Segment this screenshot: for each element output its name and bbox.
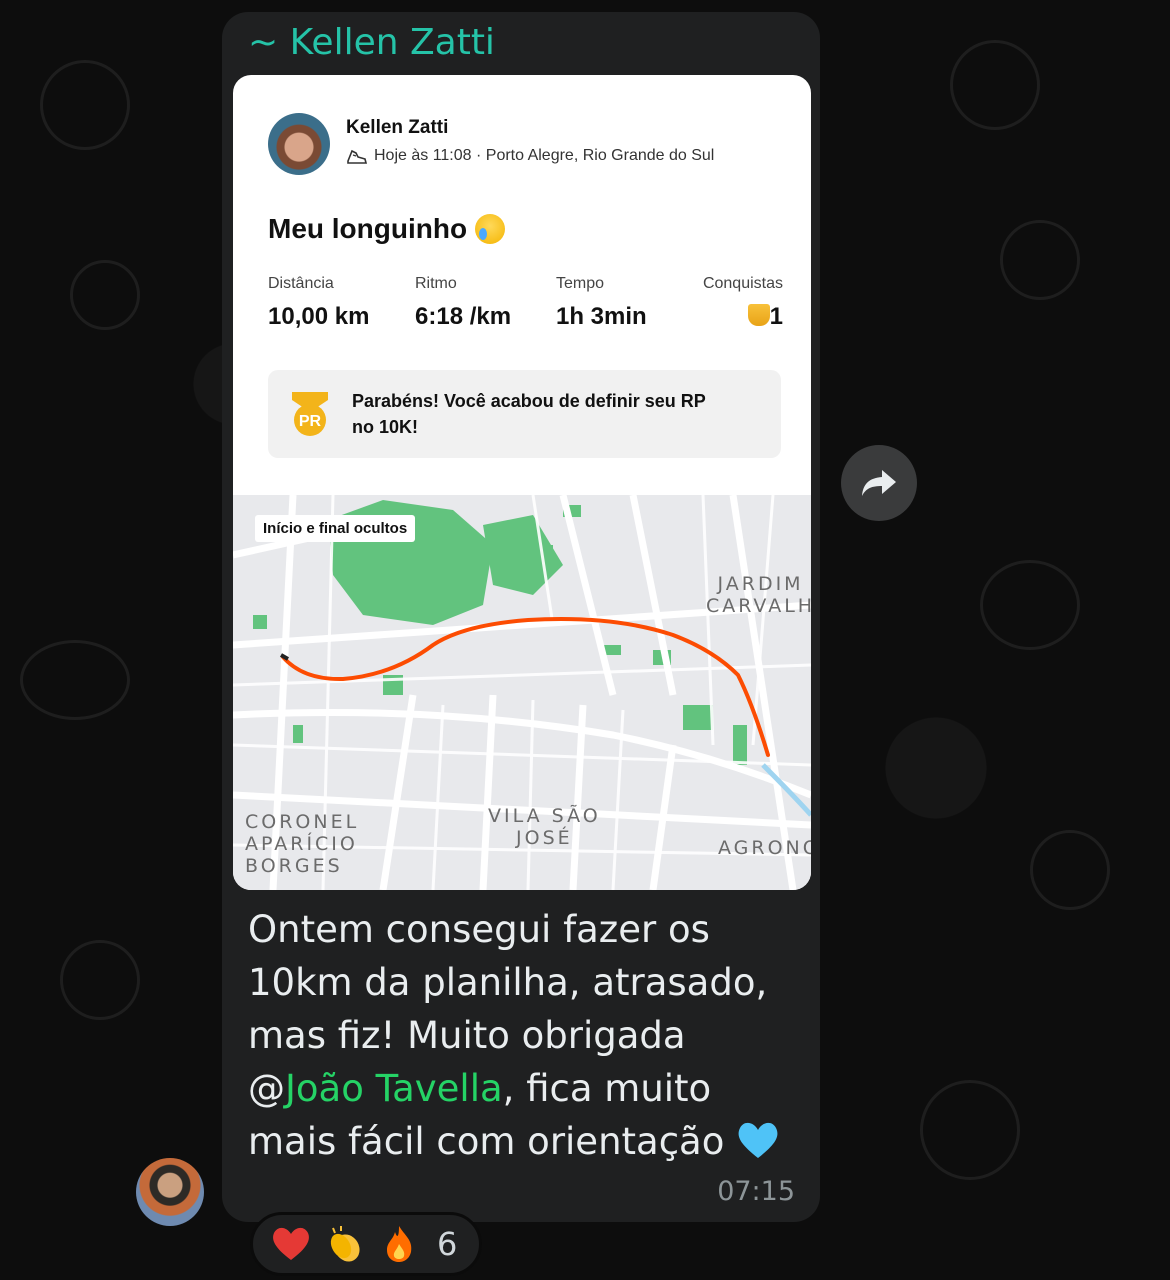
stat-value: 6:18 /km: [415, 303, 512, 330]
stat-label: Conquistas: [702, 275, 783, 292]
message-line: mas fiz! Muito obrigada: [248, 1014, 686, 1057]
message-fragment: , fica muito: [502, 1067, 712, 1110]
message-line: mais fácil com orientação: [248, 1115, 808, 1168]
map-label-agrono: AGRONO: [718, 837, 811, 859]
message-fragment: mais fácil com orientação: [248, 1120, 725, 1163]
pr-medal-icon: PR: [292, 392, 328, 436]
map-label-vila: VILA SÃO JOSÉ: [488, 805, 601, 849]
achievement-count: 1: [769, 303, 783, 330]
clap-icon: [330, 1226, 360, 1262]
mention-link[interactable]: João Tavella: [285, 1067, 503, 1110]
stat-label: Tempo: [556, 275, 605, 292]
athlete-name: Kellen Zatti: [346, 117, 449, 138]
reaction-count: 6: [437, 1225, 458, 1263]
trophy-icon: [747, 304, 770, 326]
stat-time: Tempo 1h 3min: [556, 275, 647, 331]
stat-value: 1h 3min: [556, 303, 647, 330]
message-line: 10km da planilha, atrasado,: [248, 961, 768, 1004]
map-label-jardim: JARDIM CARVALH: [706, 573, 811, 617]
stat-pace: Ritmo 6:18 /km: [415, 275, 511, 331]
pr-message: Parabéns! Você acabou de definir seu RP …: [352, 391, 706, 437]
stat-label: Ritmo: [415, 275, 457, 292]
pr-badge-text: PR: [299, 413, 322, 430]
message-line: @João Tavella, fica muito: [248, 1062, 808, 1115]
activity-stats: Distância 10,00 km Ritmo 6:18 /km Tempo …: [268, 275, 783, 335]
crying-face-icon: [475, 214, 506, 244]
stat-distance: Distância 10,00 km: [268, 275, 369, 331]
fire-icon: [387, 1226, 412, 1262]
sender-name[interactable]: ~ Kellen Zatti: [248, 22, 495, 63]
activity-card[interactable]: Kellen Zatti Hoje às 11:08 · Porto Alegr…: [233, 75, 811, 890]
mention-at: @: [248, 1067, 285, 1110]
forward-button[interactable]: [841, 445, 917, 521]
message-line: Ontem consegui fazer os: [248, 908, 710, 951]
map-hidden-endpoints-tag: Início e final ocultos: [255, 515, 416, 542]
message-timestamp: 07:15: [717, 1176, 795, 1207]
stat-label: Distância: [268, 275, 334, 292]
reactions-bar[interactable]: 6: [250, 1212, 482, 1276]
map-label-coronel: CORONEL APARÍCIO BORGES: [245, 811, 360, 877]
forward-arrow-icon: [862, 470, 896, 496]
blue-heart-icon: [738, 1122, 778, 1158]
activity-title-text: Meu longuinho: [268, 213, 468, 244]
heart-icon: [273, 1227, 309, 1260]
sender-avatar[interactable]: [136, 1158, 204, 1226]
stat-value-row: 1: [703, 303, 783, 331]
pr-banner: PR Parabéns! Você acabou de definir seu …: [268, 370, 781, 458]
shoe-icon: [347, 149, 368, 164]
stat-value: 10,00 km: [268, 303, 370, 330]
activity-meta: Hoje às 11:08 · Porto Alegre, Rio Grande…: [346, 147, 714, 165]
message-text: Ontem consegui fazer os 10km da planilha…: [248, 903, 808, 1168]
activity-meta-text: Hoje às 11:08 · Porto Alegre, Rio Grande…: [374, 147, 715, 164]
athlete-avatar: [268, 113, 330, 175]
route-map[interactable]: Início e final ocultos JARDIM CARVALH CO…: [233, 495, 811, 890]
activity-title: Meu longuinho: [268, 213, 506, 245]
stat-achievements: Conquistas 1: [703, 275, 783, 331]
